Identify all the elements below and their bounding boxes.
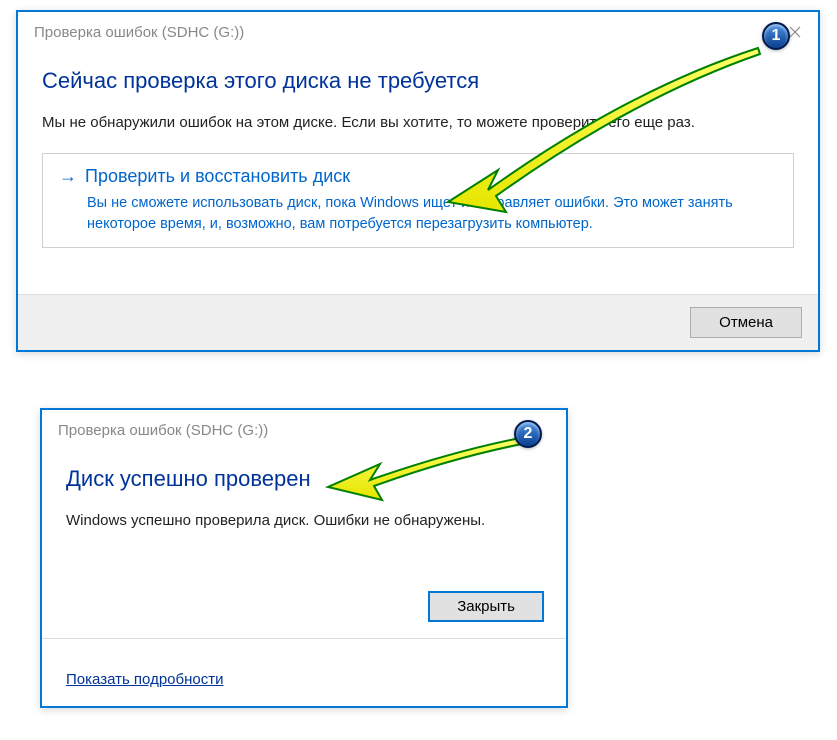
show-details-link[interactable]: Показать подробности — [42, 671, 247, 706]
option-title-text: Проверить и восстановить диск — [85, 166, 350, 187]
dialog-body-text: Windows успешно проверила диск. Ошибки н… — [66, 510, 542, 533]
close-button[interactable]: Закрыть — [428, 591, 544, 622]
annotation-arrow-1 — [428, 40, 768, 220]
arrow-right-icon: → — [59, 166, 77, 187]
annotation-badge-2: 2 — [514, 420, 542, 448]
button-row: Закрыть — [42, 579, 566, 634]
cancel-button[interactable]: Отмена — [690, 307, 802, 338]
annotation-arrow-2 — [320, 432, 530, 502]
button-row: Отмена — [18, 294, 818, 350]
annotation-badge-1: 1 — [762, 22, 790, 50]
dialog-title: Проверка ошибок (SDHC (G:)) — [34, 24, 780, 41]
